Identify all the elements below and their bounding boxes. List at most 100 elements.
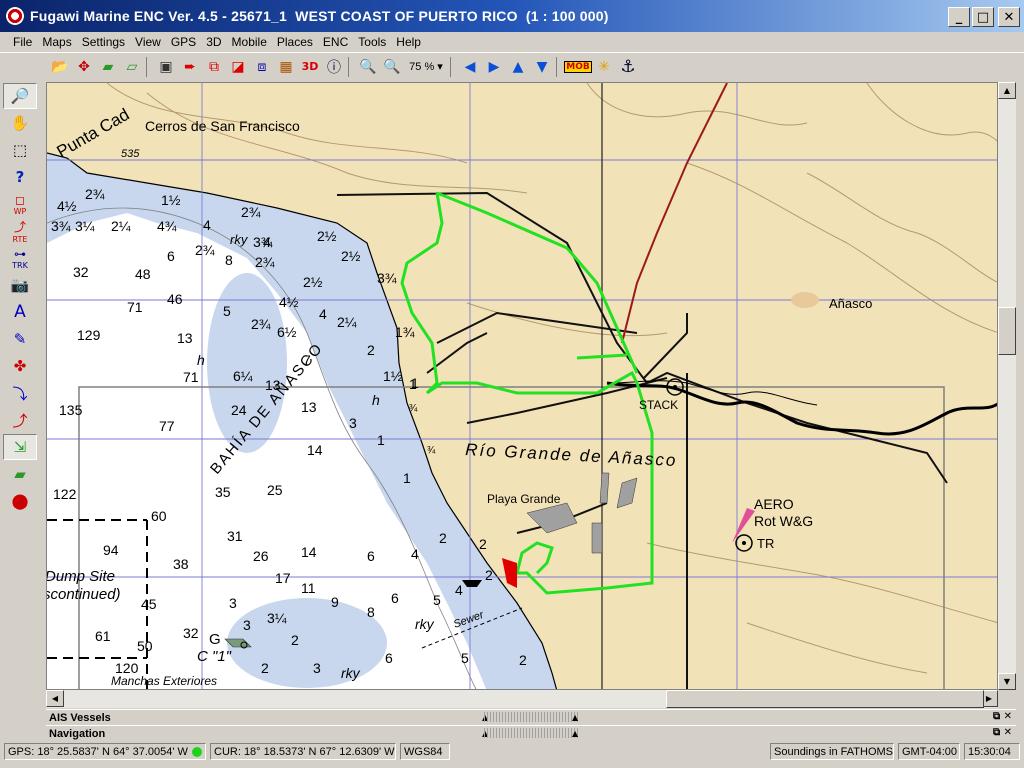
text-tool-icon[interactable]: A	[3, 299, 37, 325]
route-tool-icon[interactable]: ⤴ RTE	[3, 218, 37, 244]
scroll-up-button[interactable]: ▲	[998, 82, 1016, 99]
close-button[interactable]: ✕	[998, 7, 1020, 27]
label-aero: AERO	[754, 496, 794, 512]
timezone-field: GMT-04:00	[898, 743, 960, 760]
sounding: 7	[303, 352, 311, 368]
scroll-down-button[interactable]: ▼	[998, 673, 1016, 690]
arrow-right-icon[interactable]: ▶	[482, 55, 506, 79]
toolbar-separator	[146, 56, 152, 77]
vertical-scrollbar[interactable]: ▲ ▼	[998, 82, 1016, 690]
hand-tool-icon[interactable]: ✋	[3, 110, 37, 136]
panel-restore-icon[interactable]: ⧉ ✕	[993, 711, 1012, 722]
device-icon[interactable]: ▣	[154, 55, 178, 79]
sounding: 1	[409, 376, 417, 392]
sounding: ¾	[409, 403, 418, 414]
anchor-icon[interactable]: ⚓	[616, 55, 640, 79]
menu-settings[interactable]: Settings	[77, 35, 130, 49]
layers-icon[interactable]: ▰	[96, 55, 120, 79]
menu-maps[interactable]: Maps	[37, 35, 76, 49]
panel-expand-icon[interactable]: ▲	[572, 729, 578, 738]
sounding: 4	[319, 306, 327, 322]
window-title: Fugawi Marine ENC Ver. 4.5 - 25671_1 WES…	[30, 8, 609, 24]
sounding: 3	[313, 660, 321, 676]
panel-grip[interactable]	[484, 712, 580, 722]
camera-icon[interactable]: 📷	[3, 272, 37, 298]
sounding: 1½	[161, 192, 181, 208]
arrow-left-icon[interactable]: ◀	[458, 55, 482, 79]
sounding: 4	[203, 217, 211, 233]
minimize-button[interactable]: _	[948, 7, 970, 27]
menu-help[interactable]: Help	[391, 35, 426, 49]
sounding: 3¼	[267, 610, 287, 626]
menu-3d[interactable]: 3D	[201, 35, 226, 49]
spark-icon[interactable]: ✳	[592, 55, 616, 79]
window-icon[interactable]: ⧈	[250, 55, 274, 79]
sounding: ¾	[427, 445, 436, 456]
stack-center	[673, 385, 677, 389]
track-tool-icon[interactable]: ⊶ TRK	[3, 245, 37, 271]
app-logo-icon	[6, 7, 24, 25]
3d-icon[interactable]: 3D	[298, 55, 322, 79]
clock-field: 15:30:04	[964, 743, 1020, 760]
label-manchas: Manchas Exteriores	[111, 674, 217, 688]
waypoint-add-icon[interactable]: ✤	[3, 353, 37, 379]
route-add-icon[interactable]: ⤵	[3, 380, 37, 406]
arrow-down-icon[interactable]: ▼	[530, 55, 554, 79]
label-anasco: Añasco	[829, 296, 872, 311]
gps-status-icon	[191, 746, 202, 757]
horizontal-scrollbar[interactable]: ◀ ▶	[46, 690, 998, 708]
sounding: 2¼	[111, 218, 131, 234]
info-icon[interactable]: ⓘ	[322, 55, 346, 79]
pan-cross-icon[interactable]: ✥	[72, 55, 96, 79]
gps-tool-icon[interactable]: ⬤	[3, 488, 37, 514]
pen-tool-icon[interactable]: ✎	[3, 326, 37, 352]
route-icon[interactable]: ⧉	[202, 55, 226, 79]
vertical-scroll-thumb[interactable]	[998, 307, 1016, 355]
route-edit-icon[interactable]: ⤴	[3, 407, 37, 433]
label-h: h	[372, 392, 380, 408]
photo-icon[interactable]: ▦	[274, 55, 298, 79]
nautical-chart[interactable]: Punta Cad Cerros de San Francisco 535 Añ…	[47, 83, 998, 690]
label-dump-site: Dump Site	[47, 568, 115, 585]
sounding: 6	[167, 248, 175, 264]
waypoint-tool-icon[interactable]: ◻ WP	[3, 191, 37, 217]
zoom-tool-icon[interactable]: 🔎	[3, 83, 37, 109]
zoom-out-icon[interactable]: 🔍	[356, 55, 380, 79]
sounding: 17	[275, 570, 291, 586]
sounding: 46	[167, 291, 183, 307]
mob-icon[interactable]: MOB	[564, 55, 592, 79]
zoom-level-select[interactable]: 75 % ▾	[404, 60, 448, 73]
scroll-left-button[interactable]: ◀	[46, 690, 64, 707]
panel-expand-icon[interactable]: ▲	[572, 713, 578, 722]
menu-places[interactable]: Places	[272, 35, 318, 49]
zoom-caret-icon: ▾	[437, 61, 443, 73]
menu-enc[interactable]: ENC	[318, 35, 353, 49]
zoom-in-icon[interactable]: 🔍	[380, 55, 404, 79]
open-folder-icon[interactable]: 📂	[48, 55, 72, 79]
waypoint-red-icon[interactable]: ◪	[226, 55, 250, 79]
menu-mobile[interactable]: Mobile	[227, 35, 272, 49]
sounding: 45	[141, 596, 157, 612]
menu-view[interactable]: View	[130, 35, 166, 49]
query-tool-icon[interactable]: ?	[3, 164, 37, 190]
soundings-units: Soundings in FATHOMS	[774, 745, 894, 758]
horizontal-scroll-thumb[interactable]	[666, 690, 984, 708]
panel-grip[interactable]	[484, 728, 580, 738]
ais-vessels-panel[interactable]: AIS Vessels ▲ ▲ ⧉ ✕	[46, 709, 1016, 725]
maximize-button[interactable]: □	[972, 7, 994, 27]
sounding: 9	[331, 594, 339, 610]
select-tool-icon[interactable]: ⬚	[3, 137, 37, 163]
menu-file[interactable]: File	[8, 35, 37, 49]
layer-tool-icon[interactable]: ⇲	[3, 434, 37, 460]
menu-gps[interactable]: GPS	[166, 35, 201, 49]
arrow-up-icon[interactable]: ▲	[506, 55, 530, 79]
chart-view[interactable]: Punta Cad Cerros de San Francisco 535 Añ…	[46, 82, 998, 690]
navigation-panel[interactable]: Navigation ▲ ▲ ⧉ ✕	[46, 725, 1016, 741]
layer2-tool-icon[interactable]: ▰	[3, 461, 37, 487]
send-red-icon[interactable]: ➨	[178, 55, 202, 79]
layers-alt-icon[interactable]: ▱	[120, 55, 144, 79]
panel-restore-icon[interactable]: ⧉ ✕	[993, 727, 1012, 738]
menu-tools[interactable]: Tools	[353, 35, 391, 49]
toolbar-separator	[450, 56, 456, 77]
label-buoy-g: G	[209, 631, 221, 648]
